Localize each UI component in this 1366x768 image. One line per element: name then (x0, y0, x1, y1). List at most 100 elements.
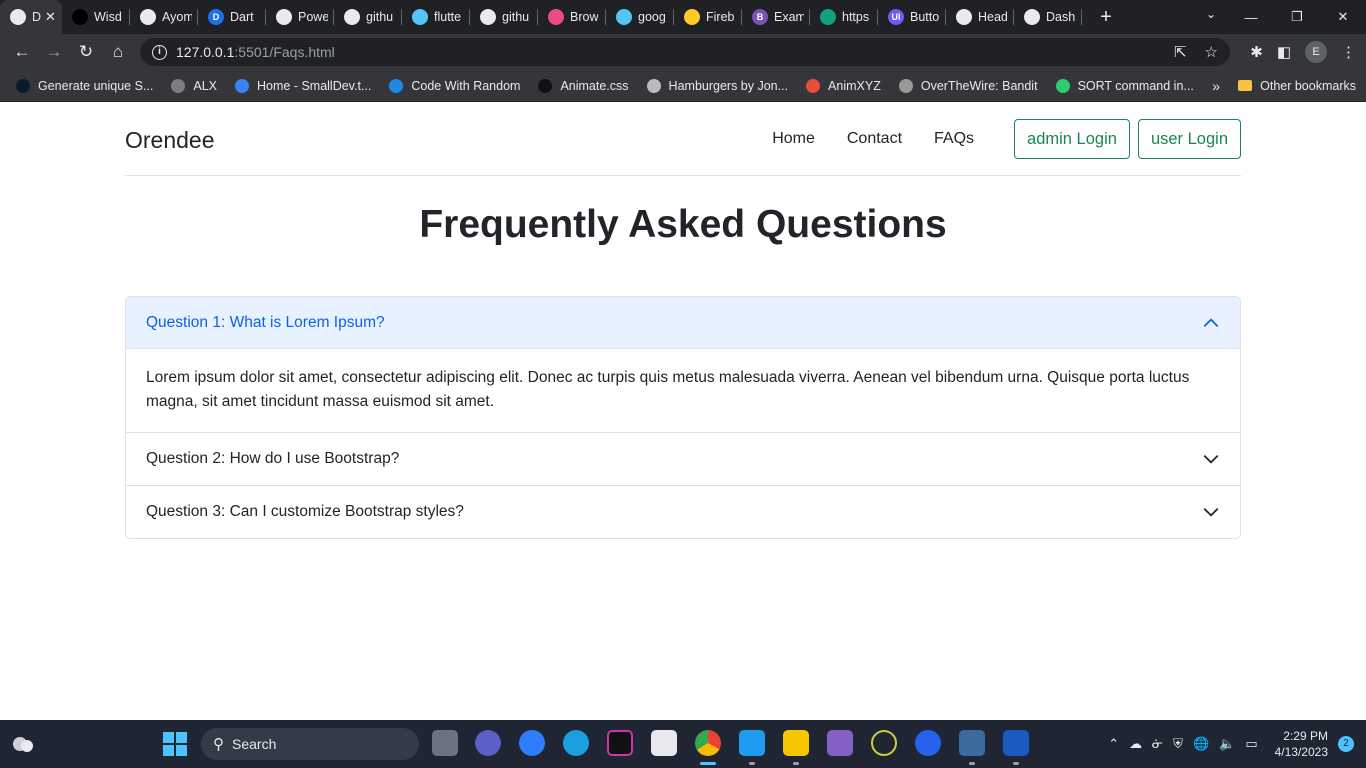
bookmark-favicon-icon (389, 78, 404, 93)
bookmark-item[interactable]: Code With Random (389, 78, 520, 93)
vscode-icon[interactable] (739, 730, 765, 756)
microsoft-store-icon[interactable] (651, 730, 677, 756)
bookmark-label: Animate.css (560, 78, 629, 93)
user-login-button[interactable]: user Login (1137, 119, 1241, 159)
extensions-icon[interactable]: ✱ (1250, 43, 1263, 61)
profile-avatar[interactable]: E (1305, 41, 1327, 63)
close-window-button[interactable]: ✕ (1320, 9, 1366, 25)
tab-title: githu (502, 10, 530, 24)
weather-app-icon[interactable] (519, 730, 545, 756)
browser-tab[interactable]: D ✕ (0, 0, 62, 34)
bookmark-label: SORT command in... (1077, 78, 1194, 93)
side-panel-icon[interactable]: ◧ (1277, 43, 1291, 61)
browser-tab[interactable]: githu (334, 0, 402, 34)
mysql-workbench-icon[interactable] (959, 730, 985, 756)
bookmark-item[interactable]: Generate unique S... (16, 78, 153, 93)
tab-favicon-icon: D (208, 9, 224, 25)
bookmark-favicon-icon (806, 78, 821, 93)
browser-tab[interactable]: flutte (402, 0, 470, 34)
new-tab-button[interactable]: + (1094, 6, 1118, 29)
tab-list: D ✕ Wisd Ayom D Dart Powe githu flutte githu Brow g… (0, 0, 1082, 34)
app-icon[interactable] (871, 730, 897, 756)
browser-tab[interactable]: Dash (1014, 0, 1082, 34)
tab-title: githu (366, 10, 394, 24)
task-view-icon[interactable] (432, 730, 458, 756)
bookmark-item[interactable]: Home - SmallDev.t... (235, 78, 371, 93)
nav-home-link[interactable]: Home (772, 130, 815, 148)
bookmark-favicon-icon (646, 78, 661, 93)
chevron-up-icon[interactable]: ⌃ (1108, 736, 1119, 752)
restore-button[interactable]: ❐ (1274, 9, 1320, 25)
volume-icon[interactable]: 🔈 (1219, 736, 1235, 752)
bookmark-favicon-icon (538, 78, 553, 93)
teams-chat-icon[interactable] (475, 730, 501, 756)
browser-tab[interactable]: Brow (538, 0, 606, 34)
bookmark-item[interactable]: ALX (171, 78, 217, 93)
reload-button[interactable]: ↻ (70, 42, 102, 62)
weather-widget-icon[interactable] (10, 732, 36, 756)
onedrive-icon[interactable]: ☁ (1129, 736, 1142, 752)
faq-question-2-button[interactable]: Question 2: How do I use Bootstrap? (126, 433, 1240, 485)
browser-tab[interactable]: Fireb (674, 0, 742, 34)
clock-time: 2:29 PM (1283, 729, 1328, 743)
browser-tab[interactable]: Head (946, 0, 1014, 34)
tab-title: Dart (230, 10, 254, 24)
browser-tab[interactable]: Powe (266, 0, 334, 34)
edge-icon[interactable] (563, 730, 589, 756)
start-button[interactable] (163, 732, 187, 756)
page-title: Frequently Asked Questions (419, 203, 947, 246)
share-icon[interactable]: ⇱ (1174, 43, 1187, 61)
bookmark-item[interactable]: OverTheWire: Bandit (898, 78, 1038, 93)
close-tab-icon[interactable]: ✕ (45, 9, 56, 25)
intellij-icon[interactable] (607, 730, 633, 756)
bookmark-item[interactable]: SORT command in... (1055, 78, 1194, 93)
security-icon[interactable]: ⛨ (1173, 736, 1183, 752)
file-explorer-icon[interactable] (783, 730, 809, 756)
nav-contact-link[interactable]: Contact (847, 130, 902, 148)
browser-tab[interactable]: UI Butto (878, 0, 946, 34)
admin-login-button[interactable]: admin Login (1014, 119, 1130, 159)
word-icon[interactable] (1003, 730, 1029, 756)
browser-tab[interactable]: goog (606, 0, 674, 34)
visual-studio-icon[interactable] (827, 730, 853, 756)
address-bar[interactable]: i 127.0.0.1:5501/Faqs.html ⇱ ☆ (140, 38, 1230, 66)
browser-tab[interactable]: Wisd (62, 0, 130, 34)
home-button[interactable]: ⌂ (102, 42, 134, 62)
other-bookmarks-folder[interactable]: Other bookmarks (1238, 79, 1356, 93)
browser-tab[interactable]: Ayom (130, 0, 198, 34)
url-path: :5501/Faqs.html (234, 44, 335, 60)
minimize-button[interactable]: — (1228, 10, 1274, 25)
browser-tab[interactable]: https (810, 0, 878, 34)
faq-accordion: Question 1: What is Lorem Ipsum? Lorem i… (125, 296, 1241, 539)
forward-button[interactable]: → (38, 42, 70, 62)
faq-item-3: Question 3: Can I customize Bootstrap st… (126, 485, 1240, 538)
back-button[interactable]: ← (6, 42, 38, 62)
bookmarks-overflow-button[interactable]: » (1212, 78, 1220, 94)
taskbar-search[interactable]: ⚲ Search (201, 728, 419, 760)
chevron-down-icon (1203, 507, 1219, 517)
bookmark-item[interactable]: Animate.css (538, 78, 629, 93)
browser-tab[interactable]: B Exam (742, 0, 810, 34)
site-info-icon[interactable]: i (152, 44, 167, 60)
network-icon[interactable]: 🌐 (1193, 736, 1209, 752)
bookmark-favicon-icon (235, 78, 249, 93)
site-brand[interactable]: Orendee (125, 127, 215, 154)
bluetooth-icon[interactable]: ᓃ (1152, 736, 1163, 752)
chrome-icon[interactable] (695, 730, 721, 756)
browser-tab[interactable]: githu (470, 0, 538, 34)
app-icon[interactable] (915, 730, 941, 756)
faq-question-1-button[interactable]: Question 1: What is Lorem Ipsum? (126, 297, 1240, 349)
notification-badge[interactable]: 2 (1338, 736, 1354, 752)
browser-tab[interactable]: D Dart (198, 0, 266, 34)
bookmark-item[interactable]: Hamburgers by Jon... (646, 78, 788, 93)
tab-search-icon[interactable]: ⌄ (1206, 7, 1216, 21)
bookmark-star-icon[interactable]: ☆ (1205, 43, 1218, 61)
word-running-indicator (1013, 762, 1019, 765)
menu-icon[interactable]: ⋮ (1341, 43, 1356, 61)
faq-question-3-button[interactable]: Question 3: Can I customize Bootstrap st… (126, 486, 1240, 538)
bookmark-item[interactable]: AnimXYZ (806, 78, 881, 93)
system-clock[interactable]: 2:29 PM 4/13/2023 (1275, 728, 1328, 760)
nav-faqs-link[interactable]: FAQs (934, 130, 974, 148)
battery-icon[interactable]: ▭ (1245, 736, 1257, 752)
tab-title: goog (638, 10, 666, 24)
